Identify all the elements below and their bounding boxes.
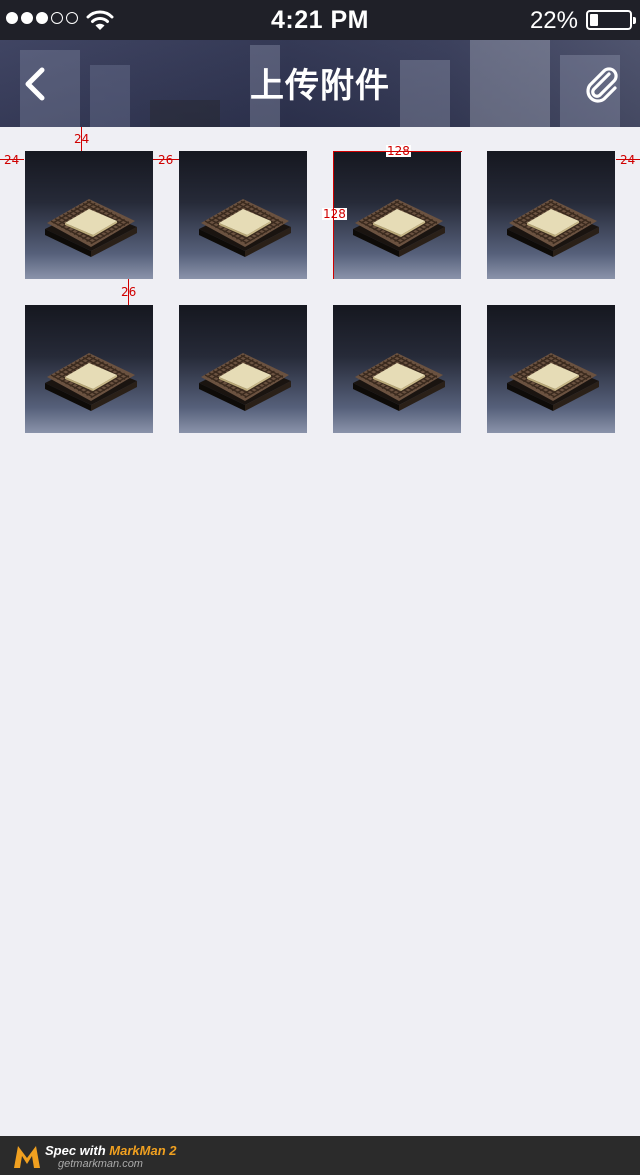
battery-percent: 22% [529, 7, 578, 34]
spec-thumb-width-line [334, 151, 462, 152]
spec-column-gap-line [153, 159, 179, 160]
attachment-thumbnail[interactable] [487, 151, 615, 279]
cpu-chip-image [45, 199, 137, 257]
cpu-chip-image [507, 199, 599, 257]
cpu-chip-image [199, 353, 291, 411]
footer-brand: Spec with MarkMan 2 [45, 1143, 177, 1158]
attachment-thumbnail[interactable] [179, 151, 307, 279]
attachment-thumbnail[interactable] [487, 305, 615, 433]
spec-top-margin-line [81, 127, 82, 151]
attachment-thumbnail[interactable] [25, 151, 153, 279]
nav-bar: 上传附件 [0, 40, 640, 127]
markman-logo-icon [14, 1146, 40, 1168]
cpu-chip-image [353, 199, 445, 257]
footer-brand-prefix: Spec with [45, 1143, 110, 1158]
cpu-chip-image [507, 353, 599, 411]
spec-thumb-height-line [333, 151, 334, 279]
status-bar: 4:21 PM 22% [0, 0, 640, 40]
page-title: 上传附件 [250, 67, 390, 105]
attachment-thumbnail[interactable] [333, 305, 461, 433]
spec-left-margin: 24 [4, 153, 20, 167]
footer-brand-name: MarkMan 2 [109, 1143, 177, 1158]
spec-row-gap-line [128, 279, 129, 305]
markman-footer: Spec with MarkMan 2 getmarkman.com [0, 1136, 640, 1175]
attachment-thumbnail[interactable] [25, 305, 153, 433]
battery-icon [586, 10, 636, 30]
attachment-thumbnail[interactable] [333, 151, 461, 279]
cpu-chip-image [45, 353, 137, 411]
spec-left-margin-line [0, 159, 24, 160]
spec-column-gap: 26 [158, 153, 174, 167]
paperclip-icon[interactable] [582, 64, 622, 104]
spec-right-margin-line [616, 159, 640, 160]
cpu-chip-image [199, 199, 291, 257]
spec-thumb-height: 128 [322, 207, 347, 221]
spec-right-margin: 24 [620, 153, 636, 167]
cpu-chip-image [353, 353, 445, 411]
footer-url[interactable]: getmarkman.com [58, 1158, 143, 1170]
attachment-thumbnail[interactable] [179, 305, 307, 433]
